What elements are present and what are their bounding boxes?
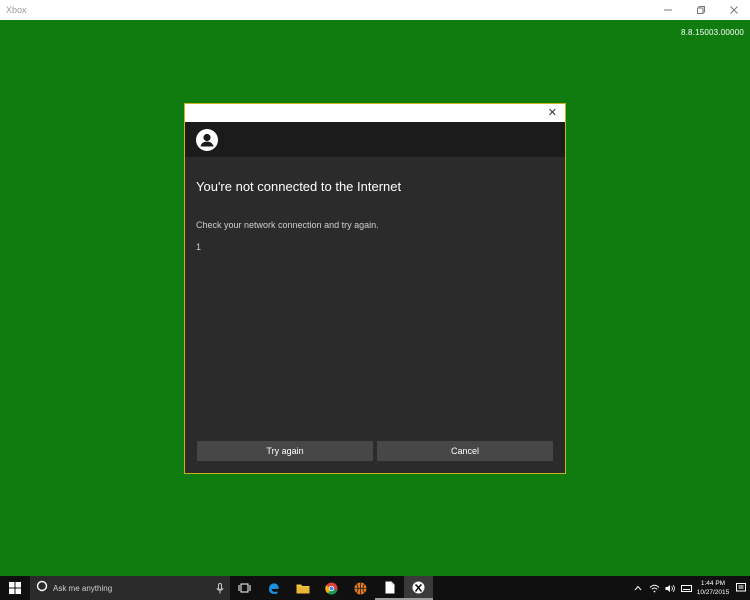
volume-icon[interactable]	[663, 584, 677, 593]
clock-date: 10/27/2015	[696, 589, 730, 596]
windows-start-icon[interactable]	[0, 576, 30, 600]
error-code: 1	[196, 242, 202, 252]
search-input[interactable]: Ask me anything	[48, 584, 210, 593]
chevron-up-icon[interactable]	[631, 585, 645, 591]
close-icon[interactable]	[717, 0, 750, 20]
dialog-close-icon[interactable]: ✕	[548, 106, 557, 120]
cortana-icon	[36, 579, 48, 597]
version-label: 8.8.15003.00000	[680, 28, 744, 37]
cancel-button[interactable]: Cancel	[377, 441, 553, 461]
connection-error-dialog: ✕ You're not connected to the Internet C…	[184, 103, 566, 474]
file-explorer-icon[interactable]	[288, 576, 317, 600]
taskbar-clock[interactable]: 1:44 PM 10/27/2015	[694, 579, 732, 597]
user-avatar-icon	[196, 129, 218, 151]
dialog-message: Check your network connection and try ag…	[196, 220, 379, 230]
microphone-icon[interactable]	[210, 582, 230, 594]
dialog-title: You're not connected to the Internet	[196, 179, 402, 194]
dialog-top-bar: ✕	[185, 104, 565, 122]
dialog-header	[185, 122, 565, 157]
clock-time: 1:44 PM	[700, 580, 726, 587]
minimize-icon[interactable]	[651, 0, 684, 20]
action-center-icon[interactable]	[732, 583, 750, 593]
restore-icon[interactable]	[684, 0, 717, 20]
basketball-app-icon[interactable]	[346, 576, 375, 600]
task-view-icon[interactable]	[230, 576, 259, 600]
app-background: 8.8.15003.00000 ✕ You're not connected t…	[0, 20, 750, 576]
taskbar: Ask me anything 1:44 PM 10/27/2015	[0, 576, 750, 600]
window-title-bar: Xbox	[0, 0, 750, 20]
cortana-search-box[interactable]: Ask me anything	[30, 576, 230, 600]
wifi-icon[interactable]	[647, 584, 661, 593]
document-icon[interactable]	[375, 576, 404, 600]
xbox-icon[interactable]	[404, 576, 433, 600]
try-again-button[interactable]: Try again	[197, 441, 373, 461]
edge-icon[interactable]	[259, 576, 288, 600]
chrome-icon[interactable]	[317, 576, 346, 600]
keyboard-icon[interactable]	[679, 584, 693, 593]
window-title: Xbox	[6, 5, 27, 15]
system-tray: 1:44 PM 10/27/2015	[630, 576, 750, 600]
